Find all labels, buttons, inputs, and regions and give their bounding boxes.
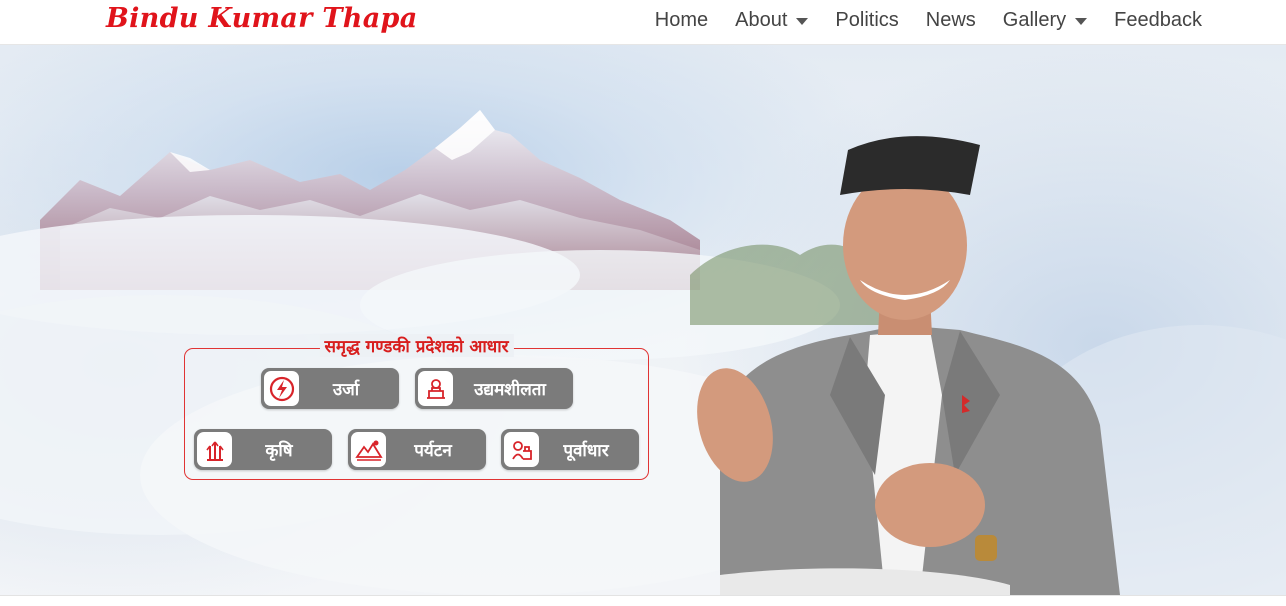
pillar-button-agriculture[interactable]: कृषि [194,429,332,470]
nav-politics[interactable]: Politics [835,9,898,32]
chevron-down-icon [1075,17,1088,25]
tourism-icon [351,432,386,467]
nav-news[interactable]: News [926,9,976,32]
pillar-label: उर्जा [332,380,360,400]
pillar-button-tourism[interactable]: पर्यटन [348,429,486,470]
nav-gallery[interactable]: Gallery [1002,8,1088,32]
nav-news-label: News [925,8,976,31]
nav-feedback[interactable]: Feedback [1114,9,1202,32]
nav-about-label: About [735,8,788,31]
pillar-label: पूर्वाधार [563,441,609,461]
infrastructure-icon [504,432,539,467]
nav-about[interactable]: About [735,8,809,32]
energy-icon [264,371,299,406]
hero-banner: समृद्ध गण्डकी प्रदेशको आधार उर्जा उद्यमश… [0,45,1286,595]
pillar-label: कृषि [265,441,293,461]
nav-home-label: Home [654,8,709,31]
pillars-tagline: समृद्ध गण्डकी प्रदेशको आधार [319,334,514,357]
nav-feedback-label: Feedback [1114,8,1202,31]
leader-portrait [697,136,1120,595]
hero-bottom-border [0,595,1286,606]
pillar-button-energy[interactable]: उर्जा [261,368,399,409]
pillar-button-infrastructure[interactable]: पूर्वाधार [501,429,639,470]
navbar: Bindu Kumar Thapa Home About Politics Ne… [0,0,1286,45]
nav-home[interactable]: Home [655,9,708,32]
nav-gallery-label: Gallery [1002,8,1067,31]
agriculture-icon [197,432,232,467]
main-nav: Home About Politics News Gallery Feedbac… [628,0,1202,40]
pillar-button-entrepreneurship[interactable]: उद्यमशीलता [415,368,573,409]
nav-politics-label: Politics [835,8,899,31]
entrepreneurship-icon [418,371,453,406]
brand-logo-text[interactable]: Bindu Kumar Thapa [106,0,418,38]
pillar-label: पर्यटन [414,441,452,461]
pillars-panel: समृद्ध गण्डकी प्रदेशको आधार उर्जा उद्यमश… [184,334,649,480]
pillar-label: उद्यमशीलता [474,380,546,400]
chevron-down-icon [796,17,809,25]
